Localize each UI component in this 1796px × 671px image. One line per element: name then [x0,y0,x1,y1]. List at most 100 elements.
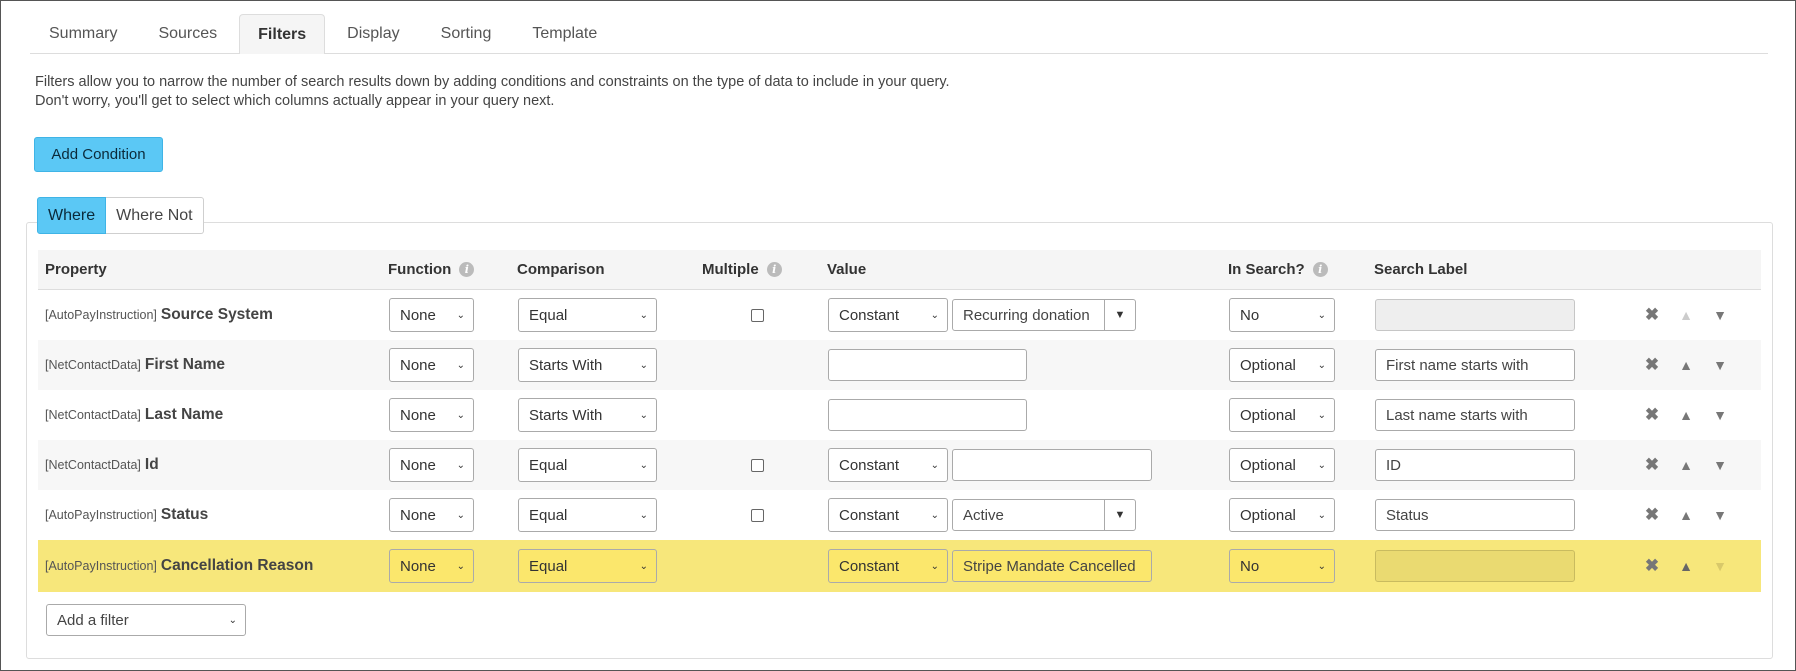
chevron-down-icon: ⌄ [1317,509,1326,521]
move-down-icon: ▼ [1713,558,1727,574]
remove-icon[interactable]: ✖ [1642,455,1662,475]
comparison-select[interactable]: Equal ⌄ [518,298,657,332]
move-up-icon[interactable]: ▲ [1676,457,1696,473]
function-select[interactable]: None ⌄ [389,498,474,532]
info-icon[interactable]: i [459,262,475,277]
move-up-icon[interactable]: ▲ [1676,407,1696,423]
search-label-input[interactable]: Last name starts with [1375,399,1575,431]
multiple-checkbox[interactable] [751,458,764,472]
multiple-checkbox[interactable] [751,308,764,322]
in-search-select[interactable]: Optional ⌄ [1229,398,1335,432]
value-combo[interactable]: Recurring donation ▼ [952,299,1136,331]
comparison-value: Equal [529,456,568,474]
comparison-select[interactable]: Equal ⌄ [518,549,657,583]
value-input[interactable] [952,449,1152,481]
function-select[interactable]: None ⌄ [389,298,474,332]
value-input[interactable]: Stripe Mandate Cancelled [952,550,1152,582]
entity-name: [NetContactData] [45,358,141,372]
dropdown-arrow-icon[interactable]: ▼ [1104,300,1135,330]
in-search-value: No [1240,306,1260,324]
multiple-checkbox[interactable] [751,508,764,522]
function-value: None [400,456,436,474]
add-filter-select[interactable]: Add a filter ⌄ [46,604,246,636]
remove-icon[interactable]: ✖ [1642,305,1662,325]
move-down-icon[interactable]: ▼ [1710,407,1730,423]
property-name: Last Name [144,406,224,423]
comparison-select[interactable]: Starts With ⌄ [518,348,657,382]
table-header: Property Function i Comparison Multiple … [38,250,1761,290]
value-type-select[interactable]: Constant ⌄ [828,498,948,532]
move-up-icon[interactable]: ▲ [1676,357,1696,373]
move-down-icon[interactable]: ▼ [1710,457,1730,473]
remove-icon[interactable]: ✖ [1642,556,1662,576]
in-search-select[interactable]: Optional ⌄ [1229,448,1335,482]
move-up-icon[interactable]: ▲ [1676,558,1696,574]
value-combo[interactable]: Active ▼ [952,499,1136,531]
column-property: Property [45,261,107,278]
search-label-input[interactable] [1375,550,1575,582]
remove-icon[interactable]: ✖ [1642,355,1662,375]
tab-display[interactable]: Display [328,14,418,53]
add-condition-button[interactable]: Add Condition [34,137,163,172]
chevron-down-icon: ⌄ [456,359,465,371]
dropdown-arrow-icon[interactable]: ▼ [1104,500,1135,530]
property-cell: [AutoPayInstruction] Source System [45,290,273,340]
function-select[interactable]: None ⌄ [389,448,474,482]
function-select[interactable]: None ⌄ [389,398,474,432]
in-search-select[interactable]: Optional ⌄ [1229,498,1335,532]
info-icon[interactable]: i [766,262,782,277]
value-text: Active [963,506,1004,524]
move-up-icon[interactable]: ▲ [1676,507,1696,523]
remove-icon[interactable]: ✖ [1642,505,1662,525]
entity-name: [AutoPayInstruction] [45,508,157,522]
info-icon[interactable]: i [1312,262,1328,277]
remove-icon[interactable]: ✖ [1642,405,1662,425]
value-type: Constant [839,506,900,524]
table-row: [NetContactData] Id None ⌄ Equal ⌄ Constan… [38,440,1761,490]
move-up-icon: ▲ [1679,307,1693,323]
comparison-select[interactable]: Starts With ⌄ [518,398,657,432]
in-search-value: Optional [1240,506,1296,524]
tab-summary[interactable]: Summary [30,14,136,53]
tab-sorting[interactable]: Sorting [422,14,511,53]
tab-template[interactable]: Template [513,14,616,53]
value-input[interactable] [828,399,1027,431]
table-row-highlighted: [AutoPayInstruction] Cancellation Reason… [38,540,1761,592]
in-search-select[interactable]: Optional ⌄ [1229,348,1335,382]
comparison-value: Equal [529,306,568,324]
function-select[interactable]: None ⌄ [389,549,474,583]
tab-bar: Summary Sources Filters Display Sorting … [30,14,1768,54]
move-down-icon[interactable]: ▼ [1710,307,1730,323]
column-in-search: In Search? i [1228,250,1328,289]
value-input[interactable] [828,349,1027,381]
search-label-input[interactable] [1375,299,1575,331]
move-down-icon[interactable]: ▼ [1710,357,1730,373]
value-text: Recurring donation [963,306,1090,324]
chevron-down-icon: ⌄ [639,309,648,321]
table-row: [NetContactData] Last Name None ⌄ Starts … [38,390,1761,440]
in-search-select[interactable]: No ⌄ [1229,298,1335,332]
comparison-select[interactable]: Equal ⌄ [518,448,657,482]
tab-sources[interactable]: Sources [139,14,236,53]
entity-name: [NetContactData] [45,408,141,422]
chevron-down-icon: ⌄ [930,509,939,521]
property-cell: [AutoPayInstruction] Cancellation Reason [45,540,313,592]
property-name: Id [144,456,159,473]
search-label-input[interactable]: Status [1375,499,1575,531]
intro-text: Filters allow you to narrow the number o… [35,73,950,111]
function-select[interactable]: None ⌄ [389,348,474,382]
move-down-icon[interactable]: ▼ [1710,507,1730,523]
tab-filters[interactable]: Filters [239,14,326,54]
comparison-select[interactable]: Equal ⌄ [518,498,657,532]
value-type-select[interactable]: Constant ⌄ [828,448,948,482]
chevron-down-icon: ⌄ [930,459,939,471]
tab-where-not[interactable]: Where Not [106,197,204,234]
column-multiple-label: Multiple [702,261,759,278]
in-search-select[interactable]: No ⌄ [1229,549,1335,583]
tab-where[interactable]: Where [37,197,107,234]
chevron-down-icon: ⌄ [639,459,648,471]
value-type-select[interactable]: Constant ⌄ [828,549,948,583]
search-label-input[interactable]: ID [1375,449,1575,481]
search-label-input[interactable]: First name starts with [1375,349,1575,381]
value-type-select[interactable]: Constant ⌄ [828,298,948,332]
